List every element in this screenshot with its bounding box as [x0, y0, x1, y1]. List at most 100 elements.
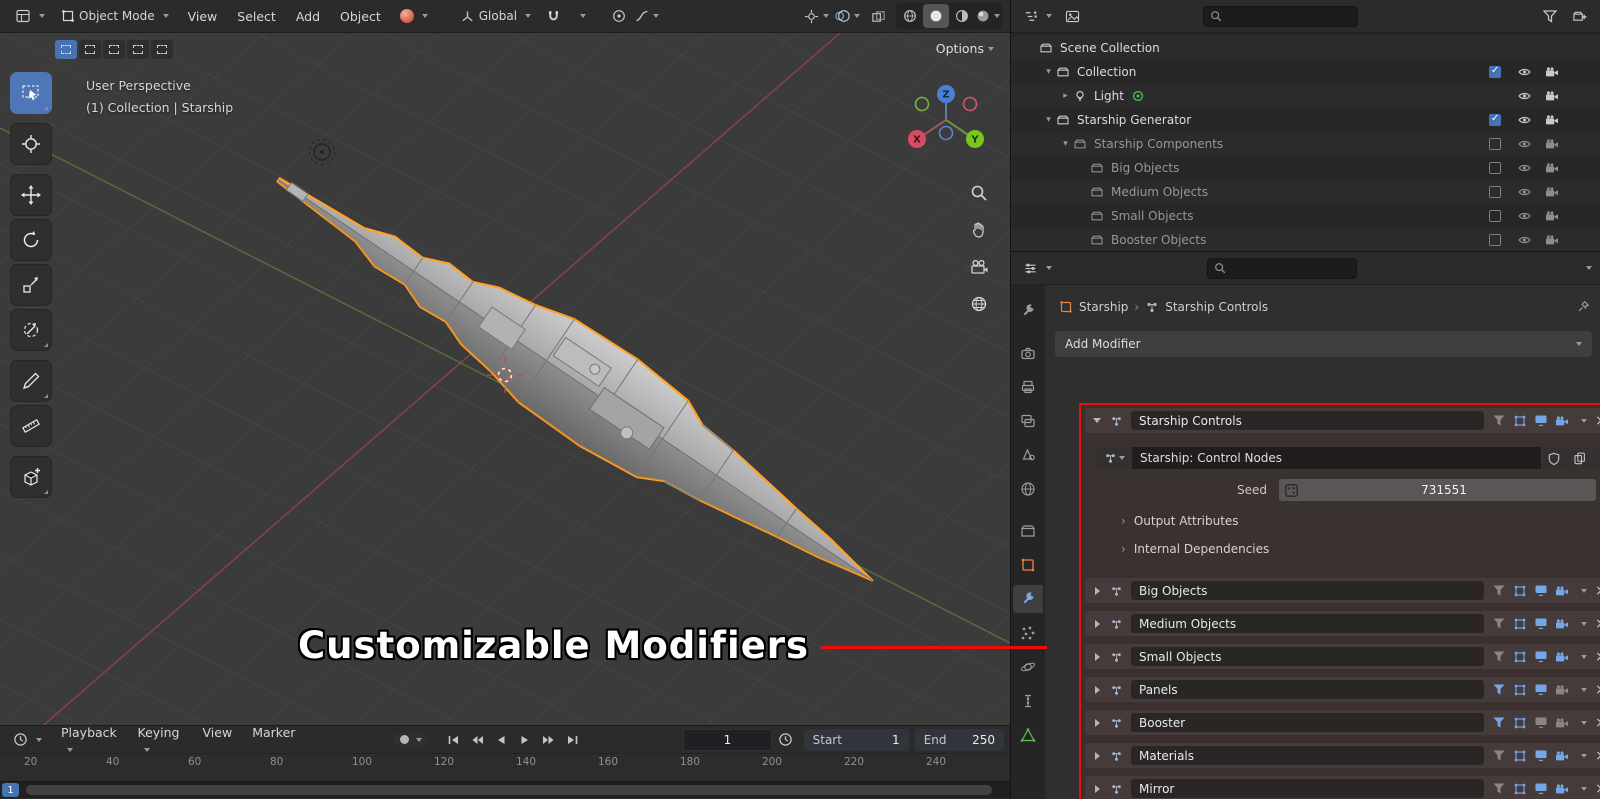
collapsed-subpanel[interactable]: Output Attributes [1097, 510, 1600, 532]
axis-y-ball[interactable]: Y [966, 130, 984, 148]
outliner-display-mode-button[interactable] [1059, 4, 1085, 28]
expand-arrow-icon[interactable] [1059, 91, 1072, 101]
realtime-display-toggle[interactable] [1532, 714, 1550, 732]
menu-item[interactable]: Add [286, 5, 330, 28]
tab-constraints[interactable] [1013, 687, 1043, 715]
tab-tool[interactable] [1013, 297, 1043, 325]
toggle-ortho-icon[interactable] [964, 289, 994, 319]
pan-hand-icon[interactable] [964, 215, 994, 245]
pin-icon[interactable] [1576, 300, 1590, 314]
modifier-name-field[interactable]: Big Objects [1131, 581, 1484, 600]
shading-solid-button[interactable] [923, 4, 949, 28]
vertex-group-toggle[interactable] [1490, 615, 1508, 633]
outliner-row[interactable]: Light [1011, 84, 1600, 108]
breadcrumb-target[interactable]: Starship Controls [1165, 300, 1268, 314]
modifier-extras-menu[interactable] [1574, 621, 1590, 626]
jump-to-end-button[interactable] [561, 730, 585, 750]
copy-node-group-button[interactable] [1567, 447, 1591, 469]
delete-modifier-button[interactable] [1593, 650, 1600, 664]
modifier-extras-menu[interactable] [1574, 654, 1590, 659]
modifier-extras-menu[interactable] [1574, 588, 1590, 593]
vertex-group-toggle[interactable] [1490, 747, 1508, 765]
expand-arrow-icon[interactable] [1059, 139, 1072, 149]
render-toggle[interactable] [1553, 412, 1571, 430]
outliner-row[interactable]: Starship Generator [1011, 108, 1600, 132]
modifier-header[interactable]: Big Objects [1085, 578, 1600, 603]
tab-view-layer[interactable] [1013, 407, 1043, 435]
modifier-header[interactable]: Booster [1085, 710, 1600, 735]
transform-orientation-dropdown[interactable]: Global [453, 6, 538, 27]
proportional-falloff-dropdown[interactable] [634, 4, 660, 28]
vertex-group-toggle[interactable] [1490, 780, 1508, 798]
vertex-group-toggle[interactable] [1490, 681, 1508, 699]
current-frame-marker[interactable]: 1 [2, 783, 19, 797]
viewport-options-dropdown[interactable]: Options [936, 41, 994, 56]
delete-modifier-button[interactable] [1593, 782, 1600, 796]
tab-output[interactable] [1013, 373, 1043, 401]
realtime-display-toggle[interactable] [1532, 780, 1550, 798]
modifier-extras-menu[interactable] [1574, 687, 1590, 692]
tool-move[interactable] [10, 174, 52, 216]
axis-neg-z-ball[interactable] [938, 125, 954, 141]
select-mode-intersect-button[interactable] [151, 40, 173, 59]
render-toggle[interactable] [1553, 681, 1571, 699]
fake-user-shield-button[interactable] [1542, 447, 1566, 469]
delete-modifier-button[interactable] [1593, 716, 1600, 730]
realtime-display-toggle[interactable] [1532, 582, 1550, 600]
delete-modifier-button[interactable] [1593, 683, 1600, 697]
expand-icon[interactable] [1090, 719, 1104, 727]
edit-mode-toggle[interactable] [1511, 582, 1529, 600]
browse-node-group-button[interactable] [1097, 447, 1131, 469]
expand-icon[interactable] [1090, 653, 1104, 661]
toggle-xray-button[interactable] [865, 4, 891, 28]
realtime-display-toggle[interactable] [1532, 412, 1550, 430]
delete-modifier-button[interactable] [1593, 749, 1600, 763]
show-gizmo-button[interactable] [803, 4, 829, 28]
navigation-gizmo[interactable]: Z X Y [906, 82, 986, 158]
unlink-node-group-button[interactable] [1592, 447, 1600, 469]
hide-in-viewport-eye-icon[interactable] [1513, 113, 1536, 127]
outliner-editor-button[interactable] [1019, 6, 1056, 27]
modifier-header[interactable]: Medium Objects [1085, 611, 1600, 636]
current-frame-field[interactable]: 1 [683, 728, 772, 751]
mode-dropdown[interactable]: Object Mode [54, 6, 176, 26]
modifier-name-field[interactable]: Starship Controls [1131, 411, 1484, 430]
viewport-canvas[interactable] [0, 33, 1010, 725]
delete-modifier-button[interactable] [1593, 617, 1600, 631]
hide-in-viewport-eye-icon[interactable] [1513, 233, 1536, 247]
next-keyframe-button[interactable] [537, 730, 561, 750]
snap-settings-dropdown[interactable] [568, 4, 594, 28]
outliner-row[interactable]: Medium Objects [1011, 180, 1600, 204]
delete-modifier-button[interactable] [1593, 584, 1600, 598]
tool-select-box[interactable] [10, 72, 52, 114]
axis-neg-y-ball[interactable] [914, 96, 930, 112]
outliner-search-input[interactable] [1227, 9, 1351, 23]
start-frame-field[interactable]: Start 1 [803, 728, 909, 751]
disable-in-renders-camera-icon[interactable] [1540, 209, 1563, 223]
outliner-row[interactable]: Scene Collection [1011, 36, 1600, 60]
disable-in-renders-camera-icon[interactable] [1540, 89, 1563, 103]
tab-scene[interactable] [1013, 441, 1043, 469]
modifier-header[interactable]: Starship Controls [1085, 408, 1600, 433]
exclude-checkbox[interactable] [1489, 210, 1501, 222]
timeline-editor-button[interactable] [6, 729, 49, 750]
tab-object[interactable] [1013, 551, 1043, 579]
tab-collection[interactable] [1013, 517, 1043, 545]
outliner-row[interactable]: Booster Objects [1011, 228, 1600, 251]
zoom-icon[interactable] [964, 178, 994, 208]
proportional-editing-toggle[interactable] [606, 4, 632, 28]
edit-mode-toggle[interactable] [1511, 780, 1529, 798]
select-mode-invert-button[interactable] [127, 40, 149, 59]
modifier-name-field[interactable]: Booster [1131, 713, 1484, 732]
tool-annotate[interactable] [10, 360, 52, 402]
axis-x-ball[interactable]: X [908, 130, 926, 148]
new-collection-button[interactable] [1566, 4, 1592, 28]
hide-in-viewport-eye-icon[interactable] [1513, 161, 1536, 175]
disable-in-renders-camera-icon[interactable] [1540, 161, 1563, 175]
shading-material-button[interactable] [949, 4, 975, 28]
tab-object-data[interactable] [1013, 721, 1043, 749]
render-toggle[interactable] [1553, 747, 1571, 765]
modifier-name-field[interactable]: Mirror [1131, 779, 1484, 798]
hide-in-viewport-eye-icon[interactable] [1513, 185, 1536, 199]
expand-icon[interactable] [1090, 752, 1104, 760]
